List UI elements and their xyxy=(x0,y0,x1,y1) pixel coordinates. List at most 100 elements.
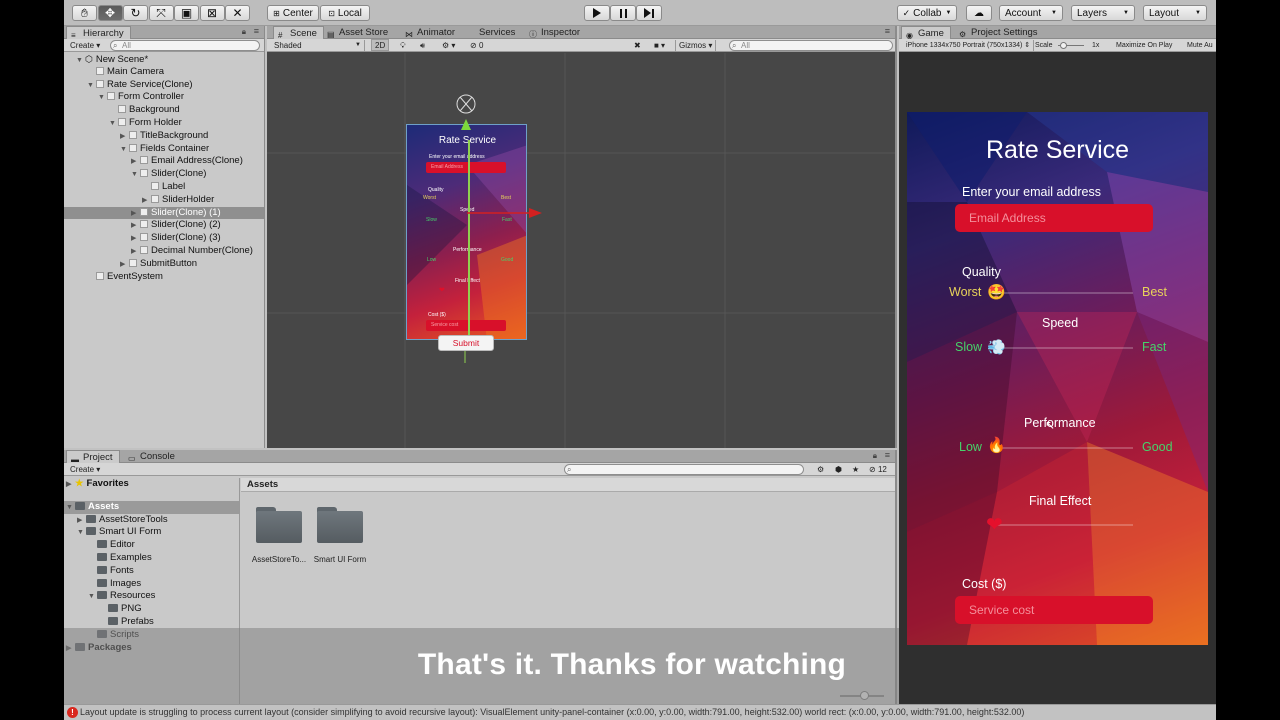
scale-tool-button[interactable]: ⤧ xyxy=(148,5,174,21)
hierarchy-item[interactable]: ▼ Slider(Clone) xyxy=(64,168,264,181)
tab-game[interactable]: ◉ Game xyxy=(901,26,951,40)
breadcrumb-assets[interactable]: Assets xyxy=(247,479,278,490)
layers-dropdown[interactable]: Layers ▼ xyxy=(1071,5,1135,21)
final-effect-slider-track[interactable] xyxy=(995,524,1133,526)
move-tool-button[interactable]: ✥ xyxy=(97,5,123,21)
mute-audio-toggle[interactable]: Mute Au xyxy=(1184,40,1216,51)
hierarchy-item[interactable]: ▶ Slider(Clone) (3) xyxy=(64,232,264,245)
pivot-center-button[interactable]: ⊞ Center xyxy=(267,5,319,21)
lock-icon[interactable]: 🔒︎ xyxy=(242,27,246,37)
create-dropdown[interactable]: Create ▾ xyxy=(67,40,103,51)
tab-console[interactable]: ▭ Console xyxy=(124,450,181,463)
asset-folder-smart-ui-form[interactable]: Smart UI Form xyxy=(314,507,377,567)
game-view[interactable]: Rate Service Enter your email address Em… xyxy=(907,112,1208,645)
2d-toggle[interactable]: 2D xyxy=(371,39,390,51)
heart-icon[interactable]: ❤ xyxy=(986,512,1003,537)
hierarchy-item[interactable]: ▼ ⬡ New Scene* xyxy=(64,53,264,66)
step-button[interactable] xyxy=(636,5,662,21)
hierarchy-item[interactable]: ▼ Rate Service(Clone) xyxy=(64,79,264,92)
hidden-objects-toggle[interactable]: ⊘ 0 xyxy=(467,40,486,51)
project-tree-item[interactable]: Fonts xyxy=(64,565,239,578)
pause-button[interactable] xyxy=(610,5,636,21)
speed-emoji-handle[interactable]: 💨 xyxy=(987,338,1006,356)
email-input[interactable]: Email Address xyxy=(955,204,1153,232)
hierarchy-item[interactable]: ▶ Slider(Clone) (2) xyxy=(64,219,264,232)
hierarchy-item[interactable]: ▶ TitleBackground xyxy=(64,130,264,143)
account-dropdown[interactable]: Account ▼ xyxy=(999,5,1063,21)
status-bar[interactable]: ! Layout update is struggling to process… xyxy=(64,704,1216,720)
move-gizmo[interactable] xyxy=(387,93,587,413)
tools-icon[interactable]: ✖ xyxy=(631,40,644,51)
tab-asset-store[interactable]: ▤ Asset Store xyxy=(323,26,394,39)
filter-type-icon[interactable]: ⚙︎ xyxy=(814,464,827,475)
tab-hierarchy[interactable]: ≡ Hierarchy xyxy=(66,26,131,40)
scene-viewport[interactable]: Rate Service Enter your email address Em… xyxy=(267,53,895,448)
performance-emoji-handle[interactable]: 🔥 xyxy=(987,436,1006,454)
project-search-input[interactable]: ⌕ xyxy=(564,464,804,475)
scene-search-input[interactable]: ⌕ All xyxy=(729,40,893,51)
hierarchy-item[interactable]: Background xyxy=(64,104,264,117)
tab-scene[interactable]: # Scene xyxy=(273,26,324,40)
tab-animator[interactable]: ⋈ Animator xyxy=(401,26,461,39)
hierarchy-item[interactable]: ▶ Slider(Clone) (1) xyxy=(64,206,264,220)
menu-icon[interactable]: ≡ xyxy=(885,450,890,460)
favorite-star-icon[interactable]: ★ xyxy=(849,464,862,475)
scene-submit-button[interactable]: Submit xyxy=(438,335,494,351)
shading-dropdown[interactable]: Shaded ▼ xyxy=(271,40,365,51)
layout-dropdown[interactable]: Layout ▼ xyxy=(1143,5,1207,21)
hierarchy-item[interactable]: ▼ Form Controller xyxy=(64,91,264,104)
custom-tool-button[interactable]: ✕ xyxy=(225,5,250,21)
cloud-button[interactable]: ☁ xyxy=(966,5,992,21)
hidden-packages-toggle[interactable]: ⊘ 12 xyxy=(866,464,890,475)
gizmos-dropdown[interactable]: Gizmos ▾ xyxy=(675,40,717,51)
hierarchy-item[interactable]: EventSystem xyxy=(64,271,264,284)
asset-folder-assetstoretools[interactable]: AssetStoreTo... xyxy=(252,507,316,567)
collapse-arrow-icon[interactable]: ▶ xyxy=(66,479,75,492)
quality-emoji-handle[interactable]: 🤩 xyxy=(987,283,1006,301)
project-tree-item[interactable]: ▶ ★ Favorites xyxy=(64,478,239,491)
hierarchy-item[interactable]: ▼ Form Holder xyxy=(64,117,264,130)
resolution-dropdown[interactable]: iPhone 1334x750 Portrait (750x1334) ⇕ xyxy=(903,40,1035,51)
hierarchy-item[interactable]: Label xyxy=(64,181,264,194)
project-tree-item[interactable]: PNG xyxy=(64,603,239,616)
rect-tool-button[interactable]: ▣ xyxy=(174,5,199,21)
hierarchy-item[interactable]: ▼ Fields Container xyxy=(64,143,264,156)
project-tree-item[interactable]: ▼ Assets xyxy=(64,500,239,514)
speed-slider-track[interactable] xyxy=(995,347,1133,349)
play-button[interactable] xyxy=(584,5,610,21)
scale-slider[interactable] xyxy=(1058,42,1084,49)
project-tree-item[interactable]: ▼ Smart UI Form xyxy=(64,526,239,539)
tab-project-settings[interactable]: ⚙ Project Settings xyxy=(955,26,1044,39)
menu-icon[interactable]: ≡ xyxy=(254,26,259,36)
effects-icon[interactable]: ⚙︎ ▾ xyxy=(439,40,458,51)
hand-tool-button[interactable]: ✋︎ xyxy=(72,5,97,21)
project-create-dropdown[interactable]: Create ▾ xyxy=(67,464,103,475)
menu-icon[interactable]: ≡ xyxy=(885,26,890,36)
project-tree-item[interactable]: Examples xyxy=(64,552,239,565)
cost-input[interactable]: Service cost xyxy=(955,596,1153,624)
performance-slider-track[interactable] xyxy=(995,447,1133,449)
scale-slider-thumb[interactable] xyxy=(1060,42,1067,49)
transform-tool-button[interactable]: ⊠ xyxy=(199,5,225,21)
project-tree-item[interactable]: ▶ AssetStoreTools xyxy=(64,514,239,527)
lock-icon[interactable]: 🔒︎ xyxy=(873,451,877,461)
filter-label-icon[interactable]: ⬢ xyxy=(832,464,845,475)
hierarchy-item[interactable]: Main Camera xyxy=(64,66,264,79)
tab-services[interactable]: Services xyxy=(463,26,521,39)
audio-icon[interactable]: 🔊︎ xyxy=(417,40,428,51)
rotate-tool-button[interactable]: ↻ xyxy=(123,5,148,21)
project-tree-item[interactable]: Images xyxy=(64,578,239,591)
hierarchy-item[interactable]: ▶ Decimal Number(Clone) xyxy=(64,245,264,258)
project-tree-item[interactable]: Prefabs xyxy=(64,616,239,629)
hierarchy-search-input[interactable]: ⌕ All xyxy=(110,40,260,51)
maximize-on-play-toggle[interactable]: Maximize On Play xyxy=(1113,40,1175,51)
pivot-local-button[interactable]: ⊡ Local xyxy=(320,5,370,21)
camera-icon[interactable]: ■ ▾ xyxy=(651,40,668,51)
hierarchy-item[interactable]: ▶ Email Address(Clone) xyxy=(64,155,264,168)
hierarchy-item[interactable]: ▶ SliderHolder xyxy=(64,194,264,207)
collab-dropdown[interactable]: ✓ Collab ▼ xyxy=(897,5,957,21)
lighting-icon[interactable]: 💡︎ xyxy=(397,40,409,51)
tab-inspector[interactable]: ⓘ Inspector xyxy=(525,26,586,39)
tab-project[interactable]: ▬ Project xyxy=(66,450,120,464)
project-tree-item[interactable]: Editor xyxy=(64,539,239,552)
